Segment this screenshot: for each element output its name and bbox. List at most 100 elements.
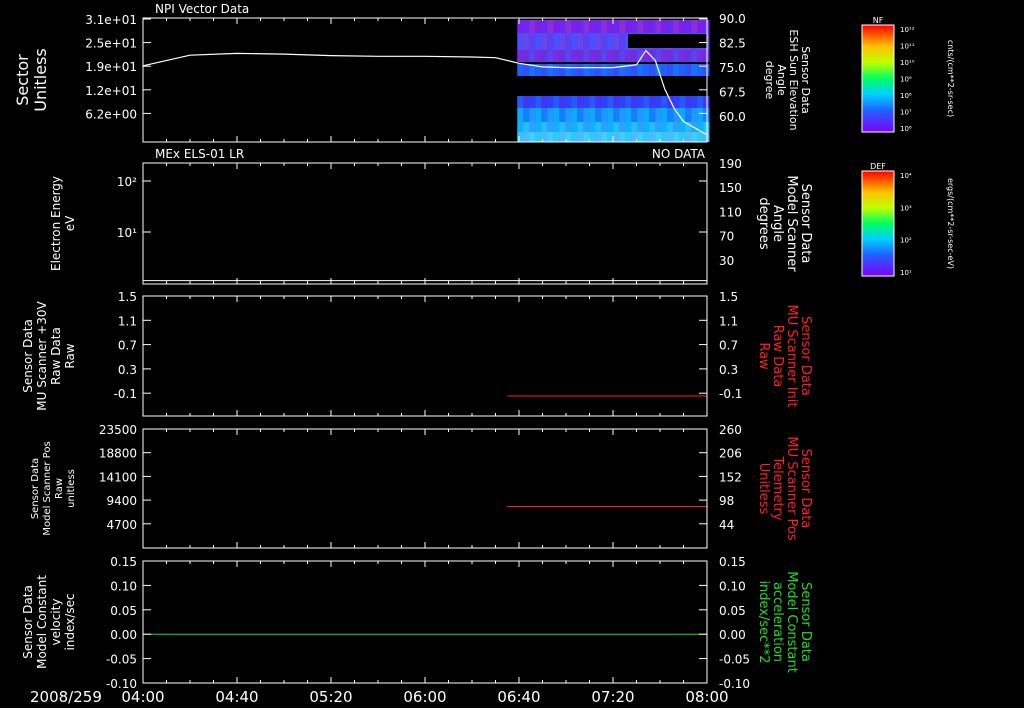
ylabel-right-line: Sensor Data <box>798 449 813 529</box>
spectrogram-cell <box>703 122 710 132</box>
spectrogram-cell <box>517 96 524 108</box>
y-tick-label-left: 14100 <box>99 470 137 484</box>
colorbar-tick: 10⁹ <box>900 76 912 84</box>
spectrogram-cell <box>547 20 554 33</box>
spectrogram-cell <box>631 108 638 122</box>
spectrogram-cell <box>685 108 692 122</box>
ylabel-left-line: Sensor Data <box>21 585 35 659</box>
spectrogram-cell <box>643 20 650 33</box>
spectrogram-cell <box>607 122 614 132</box>
panel-3-ylabel-right: Sensor DataMU Scanner InitRaw DataRaw <box>756 305 813 408</box>
spectrogram-cell <box>553 96 560 108</box>
ylabel-right-line: Angle <box>770 205 785 242</box>
spectrogram-cell <box>571 122 578 132</box>
ylabel-right-line: Sensor Data <box>798 184 813 264</box>
colorbar-label: NF <box>873 16 884 25</box>
spectrogram-cell <box>517 108 524 122</box>
spectrogram-cell <box>655 108 662 122</box>
spectrogram-cell <box>547 122 554 132</box>
x-tick-label: 06:00 <box>403 688 446 706</box>
spectrogram-cell <box>619 96 626 108</box>
ylabel-right-line: Raw <box>756 342 771 370</box>
panel-4-frame <box>142 428 708 549</box>
y-tick-label-right: 110 <box>719 205 742 219</box>
spectrogram-cell <box>601 96 608 108</box>
spectrogram-cell <box>613 108 620 122</box>
spectrogram-cell <box>541 64 548 76</box>
spectrogram-cell <box>529 33 536 50</box>
panel-2-title: MEx ELS-01 LR <box>155 147 244 161</box>
spectrogram-cell <box>565 20 572 33</box>
spectrogram-cell <box>643 108 650 122</box>
spectrogram-cell <box>595 108 602 122</box>
spectrogram-cell <box>703 108 710 122</box>
y-tick-label-right: 0.15 <box>719 555 746 569</box>
y-tick-label-left: 4700 <box>106 518 137 532</box>
spectrogram-cell <box>553 122 560 132</box>
panel-3-frame <box>142 295 708 417</box>
y-tick-label-right: 206 <box>719 447 742 461</box>
spectrogram-cell <box>565 108 572 122</box>
spectrogram-cell <box>589 20 596 33</box>
spectrogram-cell <box>685 64 692 76</box>
spectrogram-cell <box>643 96 650 108</box>
spectrogram-cell <box>571 108 578 122</box>
ylabel-right-line: MU Scanner Pos <box>784 436 799 541</box>
colorbar-tick: 10¹ <box>900 269 912 277</box>
spectrogram-cell <box>577 50 584 62</box>
spectrogram-cell <box>541 122 548 132</box>
spectrogram-cell <box>601 33 608 50</box>
ylabel-left-line: eV <box>63 215 77 231</box>
y-tick-label-left: -0.1 <box>114 387 137 401</box>
labels-layer: 3.1e+01 2.5e+01 1.9e+01 1.2e+01 6.2e+00 90.0 8… <box>13 2 955 706</box>
spectrogram-cell <box>643 122 650 132</box>
spectrogram-cell <box>607 33 614 50</box>
spectrogram-cell <box>577 122 584 132</box>
ylabel-right-line: degree <box>763 61 776 100</box>
spectrogram-cell <box>667 122 674 132</box>
x-tick-label: 04:00 <box>121 688 164 706</box>
panel-2-ylabel-right: Sensor DataModel ScannerAngledegrees <box>756 175 813 272</box>
spectrogram-cell <box>631 50 638 62</box>
y-tick-label-right: 44 <box>719 518 734 532</box>
y-tick-label-right: 30 <box>719 254 734 268</box>
panel-2-status: NO DATA <box>652 147 706 161</box>
spectrogram-cell <box>637 132 644 142</box>
spectrogram-cell <box>541 20 548 33</box>
spectrogram-cell <box>649 108 656 122</box>
ylabel-left-line: Unitless <box>31 48 50 112</box>
spectrogram-cell <box>571 33 578 50</box>
spectrogram-cell <box>619 50 626 62</box>
spectrogram-cell <box>547 33 554 50</box>
spectrogram-cell <box>691 20 698 33</box>
spectrogram-cell <box>565 33 572 50</box>
colorbar-tick: 10¹⁰ <box>900 59 915 67</box>
spectrogram-cell <box>631 122 638 132</box>
spectrogram-cell <box>541 50 548 62</box>
spectrogram-cell <box>637 122 644 132</box>
spectrogram-cell <box>523 50 530 62</box>
spectrogram-cell <box>613 50 620 62</box>
spectrogram-cell <box>613 122 620 132</box>
y-tick-label-left: 10¹ <box>117 226 137 240</box>
x-tick-label: 06:40 <box>497 688 540 706</box>
spectrogram-cell <box>625 96 632 108</box>
y-tick-label-left: 1.2e+01 <box>85 84 137 98</box>
spectrogram-cell <box>595 122 602 132</box>
spectrogram-cell <box>583 20 590 33</box>
panel-2-frame <box>142 162 708 285</box>
spectrogram-cell <box>679 64 686 76</box>
x-tick-label: 07:20 <box>591 688 634 706</box>
spectrogram-gap <box>628 34 707 48</box>
spectrogram-cell <box>685 132 692 142</box>
spectrogram-cell <box>637 64 644 76</box>
spectrogram-cell <box>625 50 632 62</box>
colorbar-1 <box>861 24 895 133</box>
spectrogram-cell <box>583 50 590 62</box>
y-tick-label-right: 1.5 <box>719 290 738 304</box>
spectrogram-cell <box>679 50 686 62</box>
y-tick-label-left: 0.10 <box>110 579 137 593</box>
spectrogram-cell <box>625 132 632 142</box>
y-tick-label-right: 98 <box>719 494 734 508</box>
spectrogram-cell <box>553 50 560 62</box>
